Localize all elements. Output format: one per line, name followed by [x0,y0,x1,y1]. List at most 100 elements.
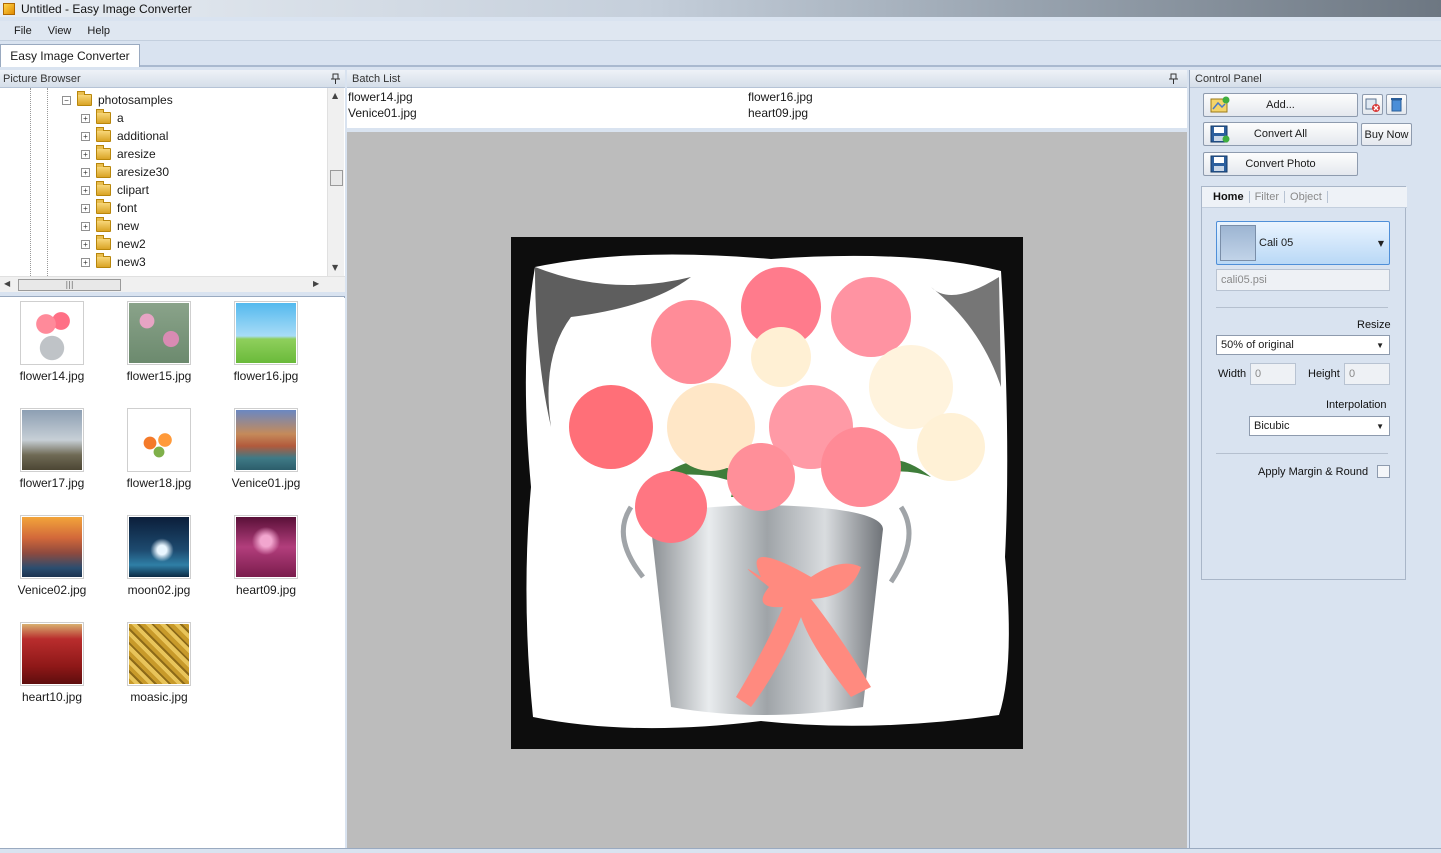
buy-now-label: Buy Now [1364,128,1409,141]
thumbnail-item[interactable]: Venice02.jpg [2,515,102,615]
tree-item-new2[interactable]: + new2 [81,235,146,253]
tree-thumbnail [22,410,82,470]
tree-item-aresize30[interactable]: + aresize30 [81,163,169,181]
interpolation-value: Bicubic [1254,420,1290,432]
tree-horizontal-scrollbar[interactable]: ◀ ||| ▶ [0,276,345,292]
preset-dropdown[interactable]: Cali 05 ▼ [1216,221,1390,265]
menu-bar: File View Help [0,21,1441,41]
tree-item-new3[interactable]: + new3 [81,253,146,271]
preset-name: Cali 05 [1259,237,1294,249]
tree-item-label: clipart [117,183,150,197]
width-label: Width [1218,368,1247,380]
scrollbar-thumb[interactable]: ||| [18,279,121,291]
document-tab[interactable]: Easy Image Converter [0,44,140,67]
resize-value: 50% of original [1221,339,1294,351]
preset-file-field[interactable]: cali05.psi [1216,269,1390,291]
orange-flowers-thumbnail [129,410,189,470]
thumbnail-image-frame [20,301,84,365]
expand-icon[interactable]: + [81,239,90,249]
flower-bucket-thumbnail [22,303,82,363]
expand-icon[interactable]: + [81,149,90,159]
add-button[interactable]: Add... [1203,93,1358,117]
scroll-up-icon[interactable]: ▲ [332,91,338,100]
convert-photo-button[interactable]: Convert Photo [1203,152,1358,176]
tree-item-a[interactable]: + a [81,109,124,127]
app-icon [3,2,15,15]
convert-all-button[interactable]: Convert All [1203,122,1358,146]
thumbnail-item[interactable]: moasic.jpg [109,622,209,722]
batch-list-item[interactable]: heart09.jpg [748,106,808,120]
batch-list-item[interactable]: flower14.jpg [348,90,413,104]
divider [1216,307,1388,308]
interpolation-select[interactable]: Bicubic ▼ [1249,416,1390,436]
folder-tree: − photosamples + a + additional + aresiz… [0,88,345,276]
resize-select[interactable]: 50% of original ▼ [1216,335,1390,355]
folder-icon [96,253,111,268]
width-field[interactable]: 0 [1250,363,1296,385]
expand-icon[interactable]: + [81,257,90,267]
thumbnail-item[interactable]: heart10.jpg [2,622,102,722]
tab-object[interactable]: Object [1285,191,1328,203]
pin-icon[interactable] [1169,73,1179,84]
resize-label: Resize [1357,319,1391,331]
thumbnail-image-frame [234,515,298,579]
scroll-right-icon[interactable]: ▶ [313,279,319,288]
tree-item-aresize[interactable]: + aresize [81,145,156,163]
menu-file[interactable]: File [6,23,40,39]
thumbnail-label: flower14.jpg [19,369,85,383]
document-tab-strip: Easy Image Converter [0,42,1441,67]
thumbnail-item[interactable]: flower17.jpg [2,408,102,508]
batch-list-item[interactable]: Venice01.jpg [348,106,417,120]
thumbnail-item[interactable]: Venice01.jpg [216,408,316,508]
batch-list-item[interactable]: flower16.jpg [748,90,813,104]
scrollbar-thumb[interactable] [330,170,343,186]
preset-swatch [1220,225,1256,261]
scroll-left-icon[interactable]: ◀ [4,279,10,288]
expand-icon[interactable]: + [81,113,90,123]
thumbnail-item[interactable]: flower16.jpg [216,301,316,401]
tree-item-font[interactable]: + font [81,199,137,217]
thumbnail-item[interactable]: flower15.jpg [109,301,209,401]
height-field[interactable]: 0 [1344,363,1390,385]
flower-bucket-preview-image [511,237,1023,749]
expand-icon[interactable]: + [81,203,90,213]
scroll-down-icon[interactable]: ▼ [332,263,338,272]
tree-item-label: new3 [117,255,146,269]
menu-help[interactable]: Help [79,23,118,39]
expand-icon[interactable]: + [81,185,90,195]
splitter[interactable] [0,292,345,297]
thumbnail-item[interactable]: heart09.jpg [216,515,316,615]
pin-icon[interactable] [331,73,341,84]
expand-icon[interactable]: + [81,131,90,141]
margin-round-checkbox[interactable] [1377,465,1390,478]
menu-view[interactable]: View [40,23,80,39]
tree-item-new[interactable]: + new [81,217,139,235]
tab-filter[interactable]: Filter [1250,191,1286,203]
tree-item-additional[interactable]: + additional [81,127,168,145]
venice-canal-thumbnail [236,410,296,470]
convert-photo-label: Convert Photo [1245,158,1316,170]
remove-item-button[interactable] [1362,94,1383,115]
collapse-icon[interactable]: − [62,95,71,105]
tree-item-clipart[interactable]: + clipart [81,181,149,199]
tree-item-photosamples[interactable]: − photosamples [62,91,173,109]
tab-home[interactable]: Home [1208,191,1250,203]
folder-open-icon [77,91,92,106]
expand-icon[interactable]: + [81,167,90,177]
control-panel-header: Control Panel [1190,70,1441,88]
remove-list-icon [1365,98,1380,112]
thumbnail-item[interactable]: moon02.jpg [109,515,209,615]
expand-icon[interactable]: + [81,221,90,231]
thumbnail-item[interactable]: flower18.jpg [109,408,209,508]
save-icon [1210,125,1230,143]
thumbnail-image-frame [20,622,84,686]
tree-vertical-scrollbar[interactable]: ▲ ▼ [327,88,344,276]
thumbnail-item[interactable]: flower14.jpg [2,301,102,401]
delete-button[interactable] [1386,94,1407,115]
options-tab-strip: Home Filter Object [1202,187,1407,208]
chevron-down-icon: ▼ [1376,341,1384,350]
thumbnail-label: heart10.jpg [21,690,83,704]
folder-icon [96,217,111,232]
buy-now-button[interactable]: Buy Now [1361,123,1412,146]
thumbnail-label: heart09.jpg [235,583,297,597]
